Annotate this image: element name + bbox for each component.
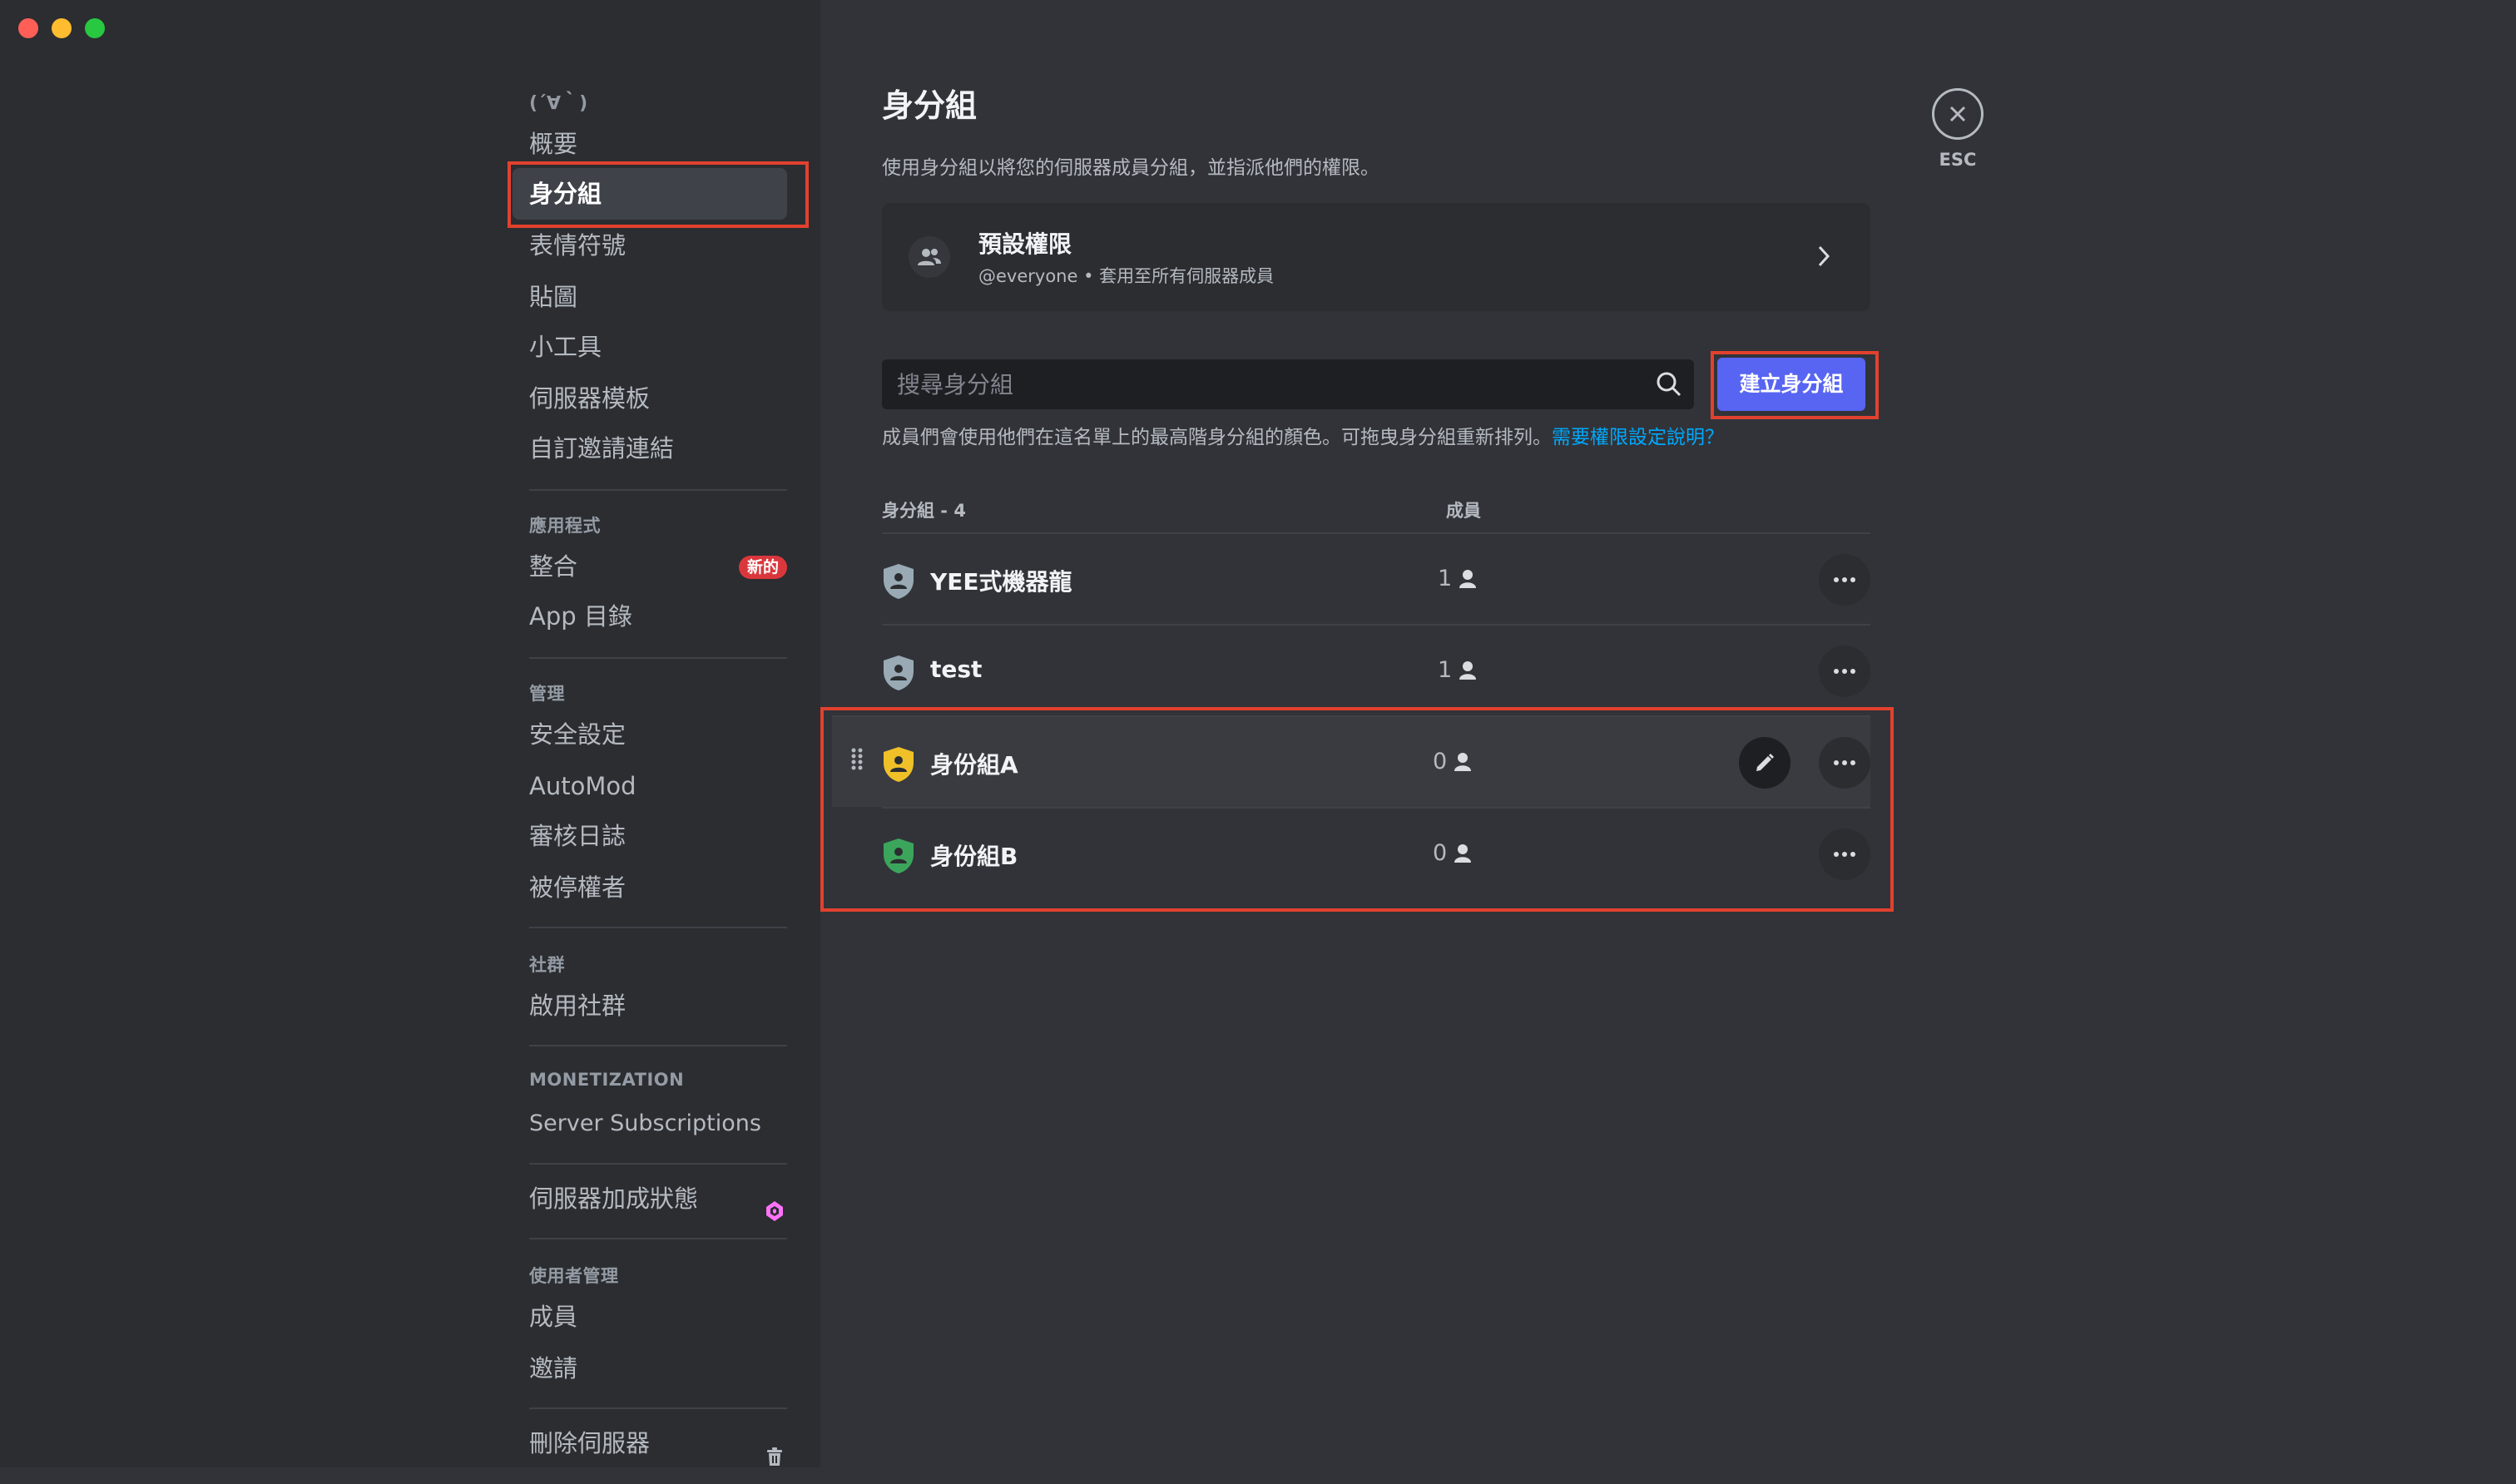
column-header-members: 成員 bbox=[1446, 501, 1481, 521]
column-header-roles: 身分組 - 4 bbox=[882, 501, 966, 521]
sidebar-item-automod[interactable]: AutoMod bbox=[513, 760, 787, 812]
role-shield-icon bbox=[882, 838, 915, 878]
window-minimize-dot[interactable] bbox=[52, 18, 72, 38]
permissions-help-link[interactable]: 需要權限設定說明？ bbox=[1552, 427, 1724, 448]
app-window: (´∀｀) 概要 身分組 表情符號 貼圖 小工具 伺服器模板 自訂邀請連結 應用… bbox=[0, 0, 2516, 1467]
sidebar-divider bbox=[529, 489, 787, 491]
role-row[interactable]: YEE式機器龍 1 bbox=[882, 532, 1870, 624]
member-count-value: 1 bbox=[1438, 566, 1453, 591]
sidebar-divider bbox=[529, 927, 787, 928]
more-options-button[interactable] bbox=[1819, 554, 1870, 606]
role-shield-icon bbox=[882, 655, 915, 695]
sidebar-item-vanity-url[interactable]: 自訂邀請連結 bbox=[513, 423, 787, 474]
page-description: 使用身分組以將您的伺服器成員分組，並指派他們的權限。 bbox=[882, 157, 1379, 179]
sidebar-header-monetization: MONETIZATION bbox=[529, 1070, 685, 1090]
sidebar-divider bbox=[529, 1407, 787, 1409]
sidebar-item-label: 伺服器加成狀態 bbox=[529, 1185, 699, 1213]
sidebar-divider bbox=[529, 1163, 787, 1165]
chevron-right-icon bbox=[1815, 243, 1832, 273]
person-icon bbox=[1459, 660, 1477, 680]
role-shield-icon bbox=[882, 563, 915, 603]
boost-gem-icon bbox=[765, 1188, 784, 1239]
sidebar-divider bbox=[529, 657, 787, 659]
sidebar-item-members[interactable]: 成員 bbox=[513, 1291, 787, 1343]
sidebar-item-integrations[interactable]: 整合 新的 bbox=[513, 541, 787, 592]
default-permissions-title: 預設權限 bbox=[978, 230, 1072, 258]
sidebar-item-server-template[interactable]: 伺服器模板 bbox=[513, 373, 787, 424]
role-search-box bbox=[882, 359, 1694, 409]
sidebar-item-label: 刪除伺服器 bbox=[529, 1429, 651, 1457]
sidebar-item-widget[interactable]: 小工具 bbox=[513, 321, 787, 373]
server-name: (´∀｀) bbox=[529, 93, 588, 114]
default-permissions-subtitle: @everyone • 套用至所有伺服器成員 bbox=[978, 266, 1275, 286]
sidebar-item-invites[interactable]: 邀請 bbox=[513, 1343, 787, 1394]
role-row[interactable]: 身份組A 0 bbox=[832, 715, 1870, 807]
sidebar-header-user-management: 使用者管理 bbox=[529, 1266, 619, 1286]
role-name: YEE式機器龍 bbox=[930, 568, 1072, 596]
trash-icon bbox=[765, 1432, 784, 1484]
sidebar-item-emoji[interactable]: 表情符號 bbox=[513, 220, 787, 271]
sidebar-header-apps: 應用程式 bbox=[529, 516, 601, 536]
page-title: 身分組 bbox=[882, 87, 978, 124]
sidebar-item-delete-server[interactable]: 刪除伺服器 bbox=[513, 1417, 787, 1469]
role-row[interactable]: 身份組B 0 bbox=[882, 807, 1870, 898]
sidebar-item-stickers[interactable]: 貼圖 bbox=[513, 271, 787, 323]
person-icon bbox=[1459, 569, 1477, 588]
role-member-count: 0 bbox=[1433, 840, 1472, 866]
role-name: 身份組B bbox=[930, 843, 1018, 870]
close-button[interactable] bbox=[1932, 88, 1984, 140]
window-close-dot[interactable] bbox=[18, 18, 38, 38]
sidebar-item-bans[interactable]: 被停權者 bbox=[513, 862, 787, 913]
close-icon bbox=[1949, 106, 1966, 122]
role-member-count: 1 bbox=[1438, 566, 1477, 591]
person-icon bbox=[1454, 843, 1472, 863]
sidebar-item-boost-status[interactable]: 伺服器加成狀態 bbox=[513, 1173, 787, 1224]
member-count-value: 0 bbox=[1433, 749, 1448, 774]
create-role-button[interactable]: 建立身分組 bbox=[1717, 358, 1865, 411]
role-shield-icon bbox=[882, 746, 915, 786]
sidebar-item-server-subscriptions[interactable]: Server Subscriptions bbox=[513, 1098, 787, 1150]
window-zoom-dot[interactable] bbox=[85, 18, 105, 38]
drag-handle-icon[interactable] bbox=[850, 747, 864, 774]
more-options-button[interactable] bbox=[1819, 737, 1870, 789]
role-row[interactable]: test 1 bbox=[882, 624, 1870, 715]
role-member-count: 0 bbox=[1433, 749, 1472, 774]
search-icon bbox=[1656, 371, 1682, 401]
member-count-value: 0 bbox=[1433, 840, 1448, 866]
sidebar-item-label: 整合 bbox=[529, 552, 578, 581]
person-icon bbox=[1454, 752, 1472, 771]
sidebar-divider bbox=[529, 1045, 787, 1046]
role-name: test bbox=[930, 655, 983, 683]
roles-help-text: 成員們會使用他們在這名單上的最高階身分組的顏色。可拖曳身分組重新排列。 bbox=[882, 427, 1552, 448]
sidebar-item-app-directory[interactable]: App 目錄 bbox=[513, 591, 787, 642]
member-count-value: 1 bbox=[1438, 657, 1453, 683]
new-badge: 新的 bbox=[738, 556, 787, 579]
more-options-button[interactable] bbox=[1819, 829, 1870, 880]
sidebar-header-community: 社群 bbox=[529, 955, 565, 975]
esc-label: ESC bbox=[1939, 150, 1977, 170]
sidebar-item-enable-community[interactable]: 啟用社群 bbox=[513, 980, 787, 1031]
sidebar-item-safety[interactable]: 安全設定 bbox=[513, 709, 787, 760]
sidebar-divider bbox=[529, 1238, 787, 1239]
sidebar-item-audit-log[interactable]: 審核日誌 bbox=[513, 810, 787, 862]
sidebar-item-roles[interactable]: 身分組 bbox=[513, 168, 787, 220]
edit-role-button[interactable] bbox=[1739, 737, 1790, 789]
more-options-button[interactable] bbox=[1819, 646, 1870, 697]
close-settings[interactable]: ESC bbox=[1929, 88, 1987, 170]
default-permissions-card[interactable]: 預設權限 @everyone • 套用至所有伺服器成員 bbox=[882, 203, 1870, 311]
role-member-count: 1 bbox=[1438, 657, 1477, 683]
sidebar-header-moderation: 管理 bbox=[529, 684, 565, 704]
role-name: 身份組A bbox=[930, 751, 1018, 779]
role-search-input[interactable] bbox=[882, 359, 1631, 409]
roles-help-note: 成員們會使用他們在這名單上的最高階身分組的顏色。可拖曳身分組重新排列。需要權限設… bbox=[882, 421, 1724, 449]
pencil-icon bbox=[1756, 754, 1774, 771]
members-icon bbox=[909, 236, 950, 278]
sidebar-item-overview[interactable]: 概要 bbox=[513, 118, 787, 170]
